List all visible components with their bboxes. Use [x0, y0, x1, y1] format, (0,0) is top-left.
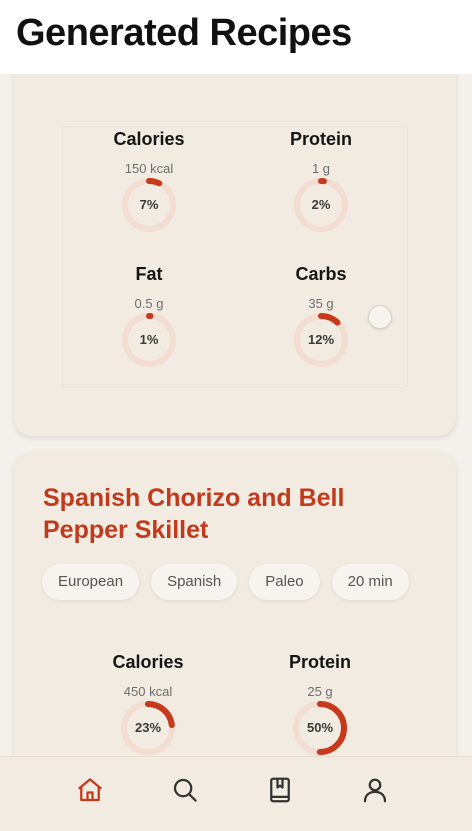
nutrition-item-fat: Fat 0.5 g 1%	[63, 262, 235, 397]
nutrient-amount: 450 kcal	[123, 684, 173, 699]
nutrient-name: Protein	[289, 129, 352, 149]
nutrient-name: Protein	[288, 652, 351, 672]
nutrition-grid: Calories 150 kcal 7% Protein 1 g 2% Fat …	[62, 126, 408, 388]
bookmark-book-icon	[270, 777, 290, 803]
nav-profile[interactable]	[360, 775, 390, 805]
daily-value-percent: 23%	[134, 720, 162, 735]
daily-value-percent: 12%	[307, 332, 335, 347]
nutrient-name: Calories	[112, 652, 184, 672]
daily-value-ring: 2%	[293, 177, 349, 233]
time-chip[interactable]: 20 min	[331, 564, 409, 600]
select-radio-button[interactable]	[368, 305, 392, 329]
tag-chip[interactable]: Paleo	[249, 564, 320, 600]
daily-value-percent: 1%	[139, 332, 159, 347]
recipe-tags: European Spanish Paleo 20 min	[42, 564, 409, 600]
nutrient-amount: 0.5 g	[134, 296, 164, 311]
daily-value-ring: 1%	[121, 312, 177, 368]
nav-search[interactable]	[170, 775, 200, 805]
search-icon	[173, 778, 197, 802]
nutrient-amount: 150 kcal	[124, 161, 174, 176]
profile-icon	[363, 778, 387, 803]
daily-value-percent: 7%	[139, 197, 159, 212]
daily-value-percent: 2%	[311, 197, 331, 212]
nav-home[interactable]	[75, 775, 105, 805]
recipe-feed[interactable]: Calories 150 kcal 7% Protein 1 g 2% Fat …	[0, 74, 472, 756]
nutrition-item-calories: Calories 450 kcal 23%	[62, 650, 234, 756]
daily-value-ring: 23%	[120, 700, 176, 756]
daily-value-ring: 7%	[121, 177, 177, 233]
nutrition-item-protein: Protein 1 g 2%	[235, 127, 407, 262]
nutrition-item-calories: Calories 150 kcal 7%	[63, 127, 235, 262]
bottom-navigation	[0, 756, 472, 831]
daily-value-percent: 50%	[306, 720, 334, 735]
home-icon	[78, 778, 102, 802]
daily-value-ring: 12%	[293, 312, 349, 368]
tag-chip[interactable]: European	[42, 564, 140, 600]
recipe-card[interactable]: Spanish Chorizo and Bell Pepper Skillet …	[14, 452, 456, 756]
nutrient-name: Calories	[113, 129, 185, 149]
tag-chip[interactable]: Spanish	[151, 564, 238, 600]
nutrient-name: Carbs	[295, 264, 347, 284]
nutrient-amount: 1 g	[311, 161, 331, 176]
nutrition-item-protein: Protein 25 g 50%	[234, 650, 406, 756]
nutrition-item-carbs: Carbs 35 g 12%	[235, 262, 407, 397]
page-title: Generated Recipes	[16, 12, 352, 54]
recipe-title[interactable]: Spanish Chorizo and Bell Pepper Skillet	[43, 482, 423, 546]
nutrition-grid: Calories 450 kcal 23% Protein 25 g 50%	[62, 650, 406, 756]
nav-saved[interactable]	[265, 775, 295, 805]
recipe-card[interactable]: Calories 150 kcal 7% Protein 1 g 2% Fat …	[14, 74, 456, 436]
daily-value-ring: 50%	[292, 700, 348, 756]
nutrient-amount: 25 g	[307, 684, 333, 699]
nutrient-name: Fat	[135, 264, 163, 284]
